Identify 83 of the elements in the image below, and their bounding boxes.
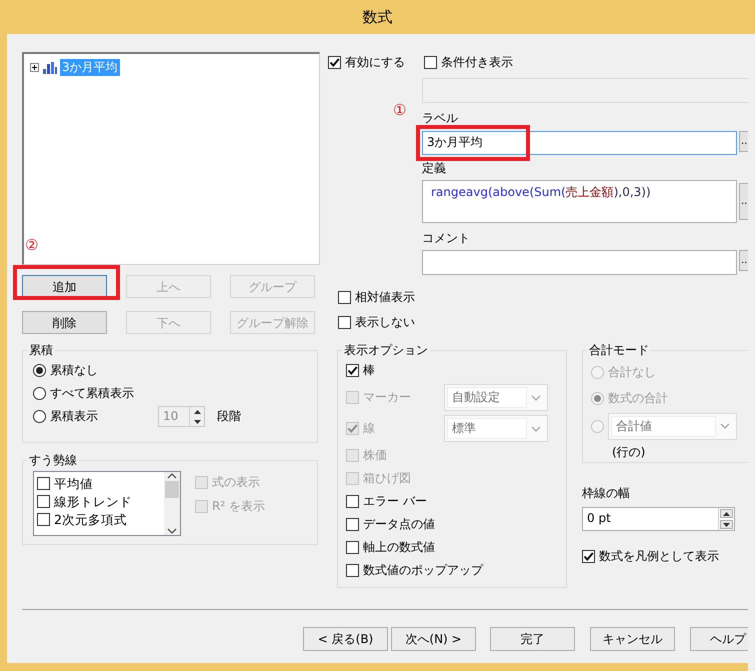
checkbox-label: 数式を凡例として表示 (599, 549, 719, 564)
checkbox-label: 株価 (363, 448, 387, 464)
checkbox[interactable] (37, 494, 50, 508)
checkbox-label: 線 (363, 421, 375, 436)
scrollbar-thumb[interactable] (165, 481, 179, 498)
radio-button[interactable] (33, 364, 46, 378)
checkbox[interactable] (346, 364, 359, 378)
checkbox-label: 相対値表示 (355, 290, 415, 305)
chevron-down-icon (531, 394, 541, 402)
dialog-button[interactable]: 完了 (490, 627, 575, 651)
radio-button[interactable] (33, 387, 46, 400)
bar-chart-icon (42, 62, 57, 74)
checkbox[interactable] (424, 56, 437, 69)
arrow-down-icon (194, 420, 200, 424)
dialog-button[interactable]: 次へ(N) > (391, 627, 476, 651)
checkbox-label: 軸上の数式値 (363, 540, 435, 556)
radio-label: 数式の合計 (608, 390, 668, 406)
checkbox-label: 数式値のポップアップ (363, 563, 483, 578)
definition-field[interactable]: rangeavg(above(Sum(売上金額),0,3)) (422, 180, 737, 223)
list-item: 線形トレンド (54, 494, 132, 510)
browse-button[interactable]: ... (739, 250, 748, 271)
comment-field[interactable] (422, 250, 737, 275)
dialog-button[interactable]: < 戻る(B) (303, 627, 388, 651)
scrollbar[interactable] (164, 472, 180, 536)
checkbox-label: 棒 (363, 363, 375, 378)
arrow-down-icon (723, 522, 730, 526)
note-text: (行の) (612, 445, 646, 460)
dialog-button[interactable]: ヘルプ (690, 627, 748, 651)
group-title: すう勢線 (28, 453, 78, 468)
group-title: 合計モード (588, 343, 650, 358)
label-field[interactable]: 3か月平均 (422, 131, 737, 155)
checkbox[interactable] (37, 512, 50, 526)
checkbox[interactable] (37, 476, 50, 490)
radio-button[interactable] (33, 410, 46, 424)
annotation-number: ① (393, 103, 406, 118)
checkbox-label: エラー バー (363, 494, 427, 510)
field-label: 枠線の幅 (582, 486, 631, 501)
checkbox[interactable] (338, 291, 351, 304)
checkbox[interactable] (338, 316, 351, 329)
chevron-down-icon (720, 422, 730, 430)
checkbox[interactable] (346, 518, 359, 532)
list-button[interactable]: 削除 (22, 311, 107, 334)
radio-label: 合計なし (608, 364, 656, 380)
group-title: 表示オプション (343, 343, 429, 358)
spin-down-button[interactable] (720, 520, 733, 529)
window-title: 数式 (362, 8, 392, 26)
checkbox[interactable] (328, 56, 341, 69)
arrow-up-icon (723, 512, 730, 516)
chevron-down-icon (531, 424, 541, 433)
expand-icon[interactable] (30, 63, 39, 72)
field-label: ラベル (422, 110, 458, 126)
checkbox-label: 有効にする (345, 55, 405, 70)
checkbox-label: 箱ひげ図 (363, 471, 411, 486)
list-button[interactable]: 追加 (22, 275, 107, 298)
checkbox-label: R² を表示 (212, 499, 265, 514)
checkbox-label: 条件付き表示 (441, 55, 513, 70)
checkbox-label: マーカー (363, 390, 411, 406)
checkbox-label: 表示しない (355, 315, 415, 330)
field-label: 定義 (422, 161, 446, 176)
unit-label: 段階 (217, 409, 242, 424)
checkbox[interactable] (346, 564, 359, 578)
border-width-spinner[interactable]: 0 pt (582, 507, 735, 531)
field-label: コメント (422, 231, 470, 246)
group-title: 累積 (28, 343, 54, 358)
trendline-list[interactable]: 平均値 線形トレンド 2次元多項式 (33, 471, 181, 536)
annotation-number: ② (25, 238, 38, 253)
dialog-button[interactable]: キャンセル (590, 627, 675, 651)
chevron-up-icon (167, 472, 177, 480)
browse-button[interactable]: ... (739, 183, 748, 220)
radio-label: 累積表示 (50, 409, 98, 424)
checkbox-label: データ点の値 (363, 517, 435, 532)
radio-label: 累積なし (50, 363, 98, 378)
spin-up-button[interactable] (720, 509, 733, 518)
list-item: 平均値 (54, 476, 93, 492)
radio-label: すべて累積表示 (50, 386, 134, 402)
list-item: 2次元多項式 (54, 512, 127, 528)
browse-button[interactable]: ... (739, 131, 748, 152)
checkbox[interactable] (346, 495, 359, 508)
checkbox[interactable] (346, 541, 359, 554)
arrow-up-icon (194, 410, 200, 414)
chevron-down-icon (167, 527, 177, 536)
checkbox[interactable] (582, 550, 595, 563)
checkbox-label: 式の表示 (212, 475, 260, 490)
